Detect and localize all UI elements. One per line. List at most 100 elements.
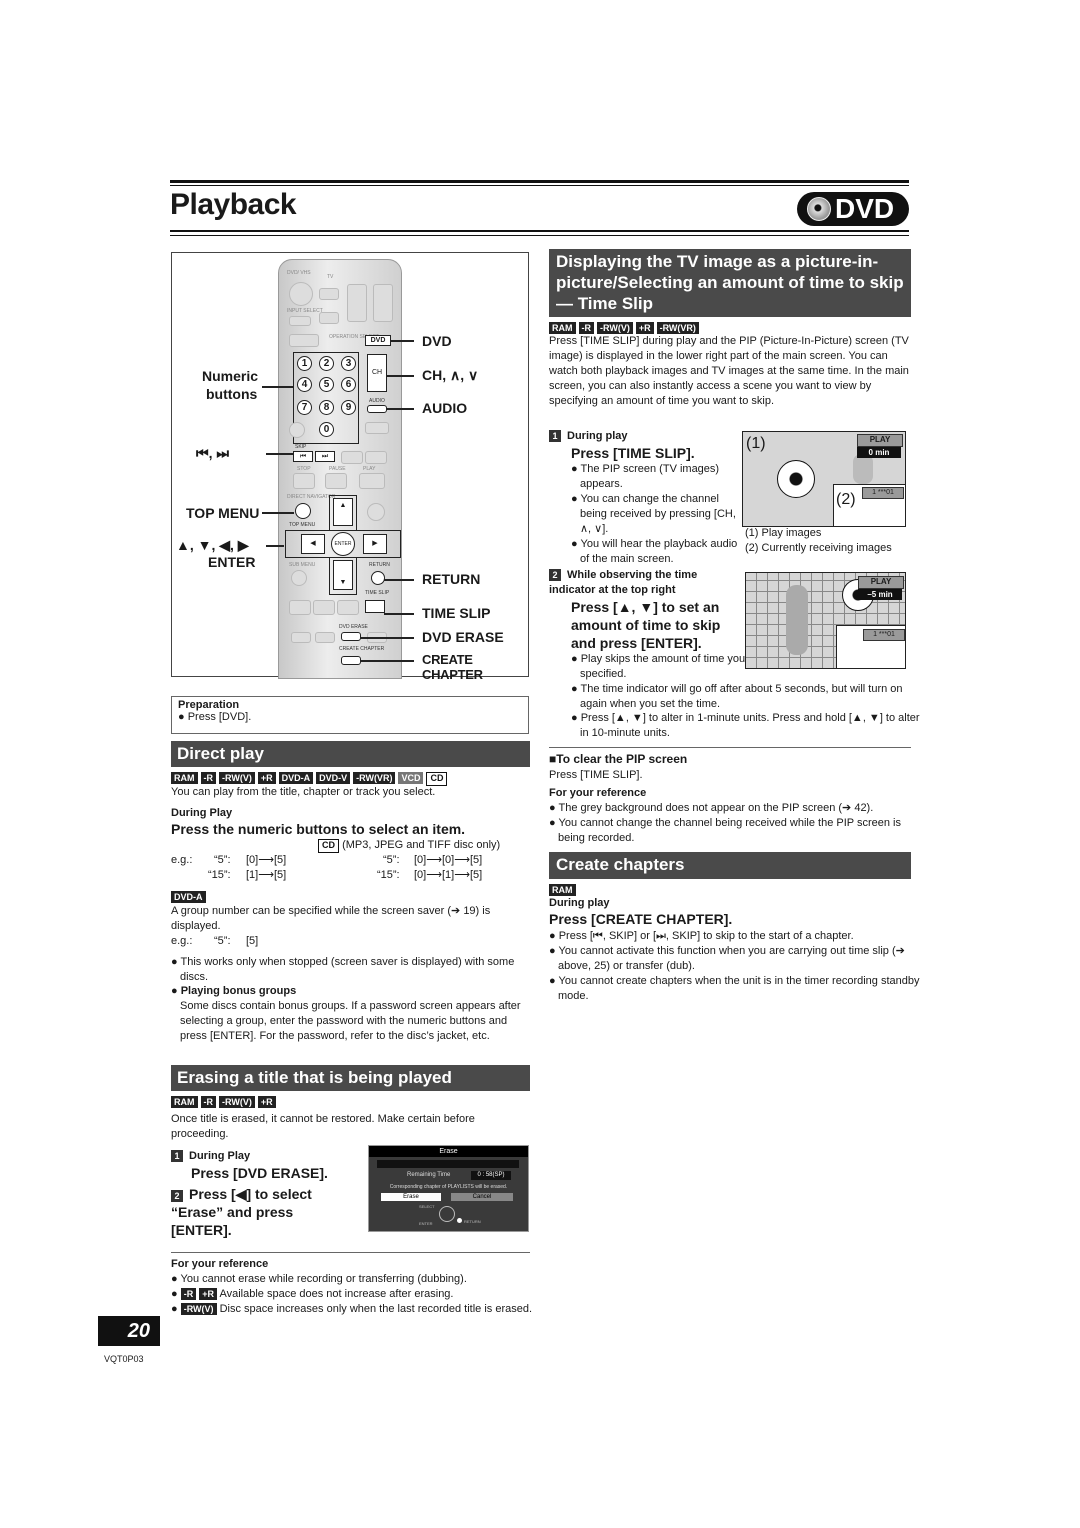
eg-right-2-keys: [0]⟶[1]⟶[5] — [414, 869, 483, 881]
time-slip-heading: Displaying the TV image as a picture-in-… — [549, 249, 911, 317]
preparation-box: Preparation ● Press [DVD]. — [171, 696, 529, 734]
vhs-button — [289, 334, 319, 347]
fig1-label-2: (2) — [836, 491, 856, 508]
disc-tag: +R — [257, 772, 276, 784]
rew-button — [341, 451, 363, 464]
leader-top-menu — [262, 512, 294, 514]
display-button — [313, 600, 335, 615]
return-hint: RETURN — [464, 1219, 481, 1224]
pip-figure-1: (1) PLAY 0 min (2) 1 ***01 — [742, 431, 906, 527]
remote-ch-key: CH — [367, 354, 387, 392]
eg-right-1-keys: [0]⟶[0]⟶[5] — [414, 854, 483, 866]
remote-top-menu-key — [295, 503, 311, 519]
preparation-item-text: Press [DVD]. — [187, 711, 252, 723]
ts-step2: Press [▲, ▼] to set an amount of time to… — [571, 599, 721, 651]
bonus-groups-heading-text: Playing bonus groups — [180, 985, 297, 997]
disc-tag: DVD-A — [278, 772, 314, 784]
disc-tag: -R — [200, 1096, 216, 1108]
key-label-dvd-erase: DVD ERASE — [339, 624, 368, 630]
key-2: 2 — [319, 356, 334, 371]
ts-step2-sub-text: While observing the time indicator at th… — [549, 569, 698, 596]
eg-right-2-num: “15”: — [377, 869, 400, 881]
label-buttons: buttons — [206, 386, 258, 402]
rec-button — [291, 632, 311, 643]
create-chapters-disc-tags: RAM — [549, 884, 576, 896]
direct-play-cd-note: CD (MP3, JPEG and TIFF disc only) — [318, 838, 500, 853]
ts-step1-bullet-2-text: You can change the channel being receive… — [580, 493, 736, 535]
erasing-disc-tags: RAM -R -RW(V) +R — [171, 1096, 276, 1108]
remote-dvd-erase-key — [341, 632, 361, 641]
sub-menu-button — [291, 570, 307, 586]
erase-option-button: Erase — [381, 1193, 441, 1201]
erase-warning: Corresponding chapter of PLAYLISTS will … — [389, 1184, 508, 1190]
ts-step1-bullet-3: ● You will hear the playback audio of th… — [571, 538, 738, 565]
key-1: 1 — [297, 356, 312, 371]
ts-step-1-badge: 1 — [549, 430, 561, 442]
ts-step2-bullet-1: ● Play skips the amount of time you spec… — [571, 653, 746, 680]
key-label-play: PLAY — [363, 466, 376, 472]
leader-dvd — [390, 340, 414, 342]
disc-tag: -RW(VR) — [353, 772, 396, 784]
ts-step1-bullet-2: ● You can change the channel being recei… — [571, 493, 736, 535]
remote-return-key — [371, 571, 385, 585]
eg-left-1-keys: [0]⟶[5] — [246, 854, 287, 866]
tv-volume-button — [373, 284, 393, 322]
cc-bullet-2-text: You cannot activate this function when y… — [558, 945, 905, 972]
disc-tag: +R — [257, 1096, 276, 1108]
header-bottom-rule — [170, 230, 909, 232]
erase-dialog-title-bar — [377, 1160, 519, 1168]
label-time-slip: TIME SLIP — [422, 605, 491, 621]
eg-right-1-num: “5”: — [383, 854, 400, 866]
play-button — [359, 473, 385, 489]
leader-time-slip — [384, 613, 414, 615]
erasing-ref-3-text: Disc space increases only when the last … — [219, 1303, 533, 1315]
time-slip-intro: Press [TIME SLIP] during play and the PI… — [549, 335, 909, 407]
remaining-time-value: 0 : 58(SP) — [471, 1171, 511, 1180]
ts-step2-bullet-2-text: The time indicator will go off after abo… — [580, 683, 903, 710]
erasing-heading: Erasing a title that is being played — [171, 1065, 530, 1091]
dvda-tag: DVD-A — [171, 891, 206, 903]
create-chapters-during: During play — [549, 897, 610, 909]
erasing-ref-1: ● You cannot erase while recording or tr… — [171, 1273, 467, 1285]
disc-tag: RAM — [549, 884, 576, 896]
stop-button — [293, 473, 315, 489]
status-button — [337, 600, 359, 615]
fig2-time-indicator: –5 min — [858, 589, 902, 600]
erasing-ref-3: ● -RW(V) Disc space increases only when … — [171, 1303, 533, 1315]
disc-tag: DVD-V — [316, 772, 351, 784]
tv-ch-button — [347, 284, 367, 322]
erasing-step1: Press [DVD ERASE]. — [191, 1165, 328, 1181]
dvd-logo: DVD — [797, 192, 909, 226]
cancel-option-button: Cancel — [451, 1193, 513, 1201]
disc-tag: -R — [578, 322, 594, 334]
key-label-dvd-vhs: DVD/ VHS — [287, 270, 311, 276]
remote-create-chapter-key — [341, 656, 361, 665]
leader-dvd-erase — [360, 637, 414, 639]
ts-step2-sub: 2 While observing the time indicator at t… — [549, 568, 739, 598]
fig2-play-indicator: PLAY — [858, 576, 904, 589]
label-skip: ⏮, ⏭ — [196, 445, 229, 461]
remote-diagram: DVD/ VHS TV INPUT SELECT OPERATION SELEC… — [171, 252, 529, 682]
disc-tag: RAM — [171, 772, 198, 784]
erasing-ref-2: ● -R +R Available space does not increas… — [171, 1288, 454, 1300]
fig2-channel-indicator: 1 ***01 — [863, 629, 905, 641]
ts-step1: Press [TIME SLIP]. — [571, 445, 695, 461]
key-5: 5 — [319, 377, 334, 392]
power-button — [289, 282, 313, 306]
ts-step-2-badge: 2 — [549, 569, 561, 581]
cancel-button — [289, 422, 305, 438]
clear-pip-heading: ■To clear the PIP screen — [549, 752, 687, 767]
cd-note-text: (MP3, JPEG and TIFF disc only) — [342, 839, 501, 851]
leader-audio — [386, 408, 414, 410]
return-hint-icon — [457, 1218, 462, 1223]
leader-numeric — [262, 386, 294, 388]
label-create-chapter: CREATE CHAPTER — [422, 652, 483, 682]
fig1-channel-indicator: 1 ***01 — [862, 487, 904, 499]
eg-left-2-keys: [1]⟶[5] — [246, 869, 287, 881]
leader-arrows — [266, 545, 284, 547]
cc-bullet-1: ● Press [⏮, SKIP] or [⏭, SKIP] to skip t… — [549, 930, 854, 942]
cc-bullet-1-text: Press [⏮, SKIP] or [⏭, SKIP] to skip to … — [558, 930, 854, 942]
cc-bullet-2: ● You cannot activate this function when… — [549, 945, 905, 972]
top-rule — [170, 180, 909, 183]
direct-play-heading: Direct play — [171, 741, 530, 767]
